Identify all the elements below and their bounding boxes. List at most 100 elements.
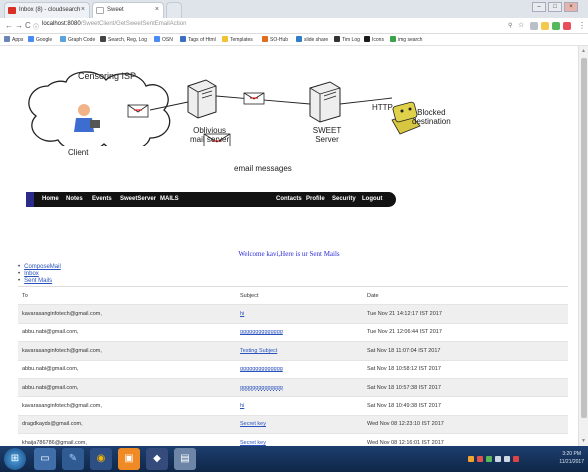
table-row: abbu.nabi@gmail.com, gggggggggggggg Tue … [18, 323, 568, 343]
app-icon[interactable]: ◆ [146, 448, 168, 470]
bookmark-apps[interactable]: Apps [4, 36, 23, 43]
nav-logout[interactable]: Logout [362, 196, 382, 202]
bookmark-tim-log[interactable]: Tim Log [334, 36, 360, 43]
tab-inbox[interactable]: Inbox (8) - cloudsearch × [4, 2, 90, 18]
tab-sweet[interactable]: Sweet × [92, 2, 164, 18]
tray-icon[interactable] [486, 456, 492, 462]
oblivious-server-label-line1: Oblivious [193, 126, 227, 135]
table-row: abbu.nabi@gmail.com, gggggggggggggg Sat … [18, 378, 568, 398]
minimize-button[interactable]: – [532, 2, 546, 12]
scroll-down-icon[interactable]: ▼ [581, 438, 586, 444]
close-window-button[interactable]: × [564, 2, 578, 12]
clock[interactable]: 3:20 PM 11/21/2017 [559, 450, 584, 466]
google-icon [28, 36, 34, 42]
close-tab-icon[interactable]: × [81, 6, 85, 13]
extension-icon[interactable] [552, 22, 560, 30]
cell-subject-link[interactable]: Testing Subject [236, 341, 363, 361]
back-icon[interactable]: ← [5, 21, 13, 30]
email-messages-label: email messages [234, 164, 292, 173]
bookmark-so-hub[interactable]: SO-Hub [262, 36, 288, 43]
blocked-destination-label-line1: Blocked [417, 108, 446, 117]
tray-icon[interactable] [513, 456, 519, 462]
cell-subject-link[interactable]: gggggggggggggg [236, 323, 363, 343]
cell-date: Sat Nov 18 10:57:38 IST 2017 [363, 378, 568, 398]
tray-icon[interactable] [468, 456, 474, 462]
bookmark-google[interactable]: Google [28, 36, 52, 43]
http-label: HTTP [372, 103, 393, 112]
nav-sweetserver[interactable]: SweetServer [120, 196, 156, 202]
cell-subject-link[interactable]: Secret key [236, 433, 363, 446]
bookmark-icons[interactable]: Icons [364, 36, 384, 43]
info-icon: ⓘ [33, 25, 40, 31]
nav-home[interactable]: Home [42, 196, 59, 202]
cell-date: Sat Nov 18 10:49:38 IST 2017 [363, 396, 568, 416]
bookmark-img-search[interactable]: img search [390, 36, 422, 43]
new-tab-button[interactable] [166, 2, 182, 18]
extension-icon[interactable] [563, 22, 571, 30]
bookmark-tags-of-html[interactable]: Tags of Html [180, 36, 216, 43]
cell-subject-link[interactable]: hi [236, 396, 363, 416]
scrollbar-thumb[interactable] [581, 58, 587, 418]
paint-icon[interactable]: ✎ [62, 448, 84, 470]
nav-profile[interactable]: Profile [306, 196, 325, 202]
folder-icon[interactable]: ▭ [34, 448, 56, 470]
tray-icon[interactable] [477, 456, 483, 462]
nav-events[interactable]: Events [92, 196, 112, 202]
envelope-icon [243, 92, 265, 105]
extension-icon[interactable] [530, 22, 538, 30]
vertical-scrollbar[interactable]: ▲ ▼ [578, 46, 588, 446]
table-row: dragdkayds@gmail.com, Secret key Wed Nov… [18, 415, 568, 435]
maximize-button[interactable]: □ [548, 2, 562, 12]
cell-date: Sat Nov 18 10:58:12 IST 2017 [363, 360, 568, 379]
nav-mails[interactable]: MAILS [160, 196, 179, 202]
cell-subject-link[interactable]: Secret key [236, 415, 363, 435]
cell-to: kavarasanginfotech@gmail.com, [18, 304, 236, 324]
cell-subject-link[interactable]: hi [236, 304, 363, 324]
forward-icon[interactable]: → [15, 21, 23, 30]
star-icon[interactable]: ☆ [518, 21, 524, 29]
cell-subject-link[interactable]: gggggggggggggg [236, 360, 363, 379]
bookmark-slide-share[interactable]: slide share [296, 36, 328, 43]
nav-security[interactable]: Security [332, 196, 356, 202]
cell-to: kavarasanginfotech@gmail.com, [18, 396, 236, 416]
sweet-architecture-diagram [28, 71, 421, 146]
cell-subject-link[interactable]: gggggggggggggg [236, 378, 363, 398]
nav-contacts[interactable]: Contacts [276, 196, 302, 202]
zoom-icon[interactable]: ⚲ [508, 22, 512, 29]
gmail-icon [8, 7, 16, 14]
url-input[interactable]: localhost:8080/SweetClient/GetSweetSentE… [42, 21, 186, 27]
app-icon[interactable]: ▤ [174, 448, 196, 470]
cell-date: Wed Nov 08 12:23:10 IST 2017 [363, 415, 568, 435]
scroll-up-icon[interactable]: ▲ [581, 48, 586, 54]
start-button-icon[interactable]: ⊞ [4, 448, 26, 470]
reload-icon[interactable]: C [25, 21, 31, 30]
cell-date: Wed Nov 08 12:16:01 IST 2017 [363, 433, 568, 446]
table-row: kavarasanginfotech@gmail.com, hi Tue Nov… [18, 304, 568, 324]
bookmark-templates[interactable]: Templates [222, 36, 253, 43]
extension-icon[interactable] [541, 22, 549, 30]
app-icon[interactable]: ▣ [118, 448, 140, 470]
folder-icon [222, 36, 228, 42]
bookmark-graph-code[interactable]: Graph Code [60, 36, 95, 43]
nav-notes[interactable]: Notes [66, 196, 83, 202]
network-icon[interactable] [495, 456, 501, 462]
google-icon [154, 36, 160, 42]
bookmark-search-reg-log[interactable]: Search, Reg, Log [100, 36, 147, 43]
chrome-icon[interactable]: ◉ [90, 448, 112, 470]
cell-date: Sat Nov 18 11:07:04 IST 2017 [363, 341, 568, 361]
bookmark-osn[interactable]: OSN [154, 36, 173, 43]
cell-to: khaija786786@gmail.com, [18, 433, 236, 446]
link-sent-mails[interactable]: Sent Mails [24, 278, 63, 285]
close-tab-icon[interactable]: × [155, 6, 159, 13]
link-compose-mail[interactable]: ComposeMail [24, 264, 63, 271]
sweet-server-label: SWEET Server [312, 126, 342, 144]
address-bar: ← → C ⓘ localhost:8080/SweetClient/GetSw… [0, 18, 588, 34]
bookmark-label: Templates [230, 37, 253, 43]
link-inbox[interactable]: Inbox [24, 271, 63, 278]
welcome-message: Welcome kavi,Here is ur Sent Mails [238, 250, 340, 258]
menu-icon[interactable]: ⋮ [578, 21, 586, 30]
sent-mails-table: To Subject Date kavarasanginfotech@gmail… [18, 285, 568, 446]
bookmark-label: Search, Reg, Log [108, 37, 147, 43]
volume-icon[interactable] [504, 456, 510, 462]
sweet-server-label-line1: SWEET [312, 126, 342, 135]
